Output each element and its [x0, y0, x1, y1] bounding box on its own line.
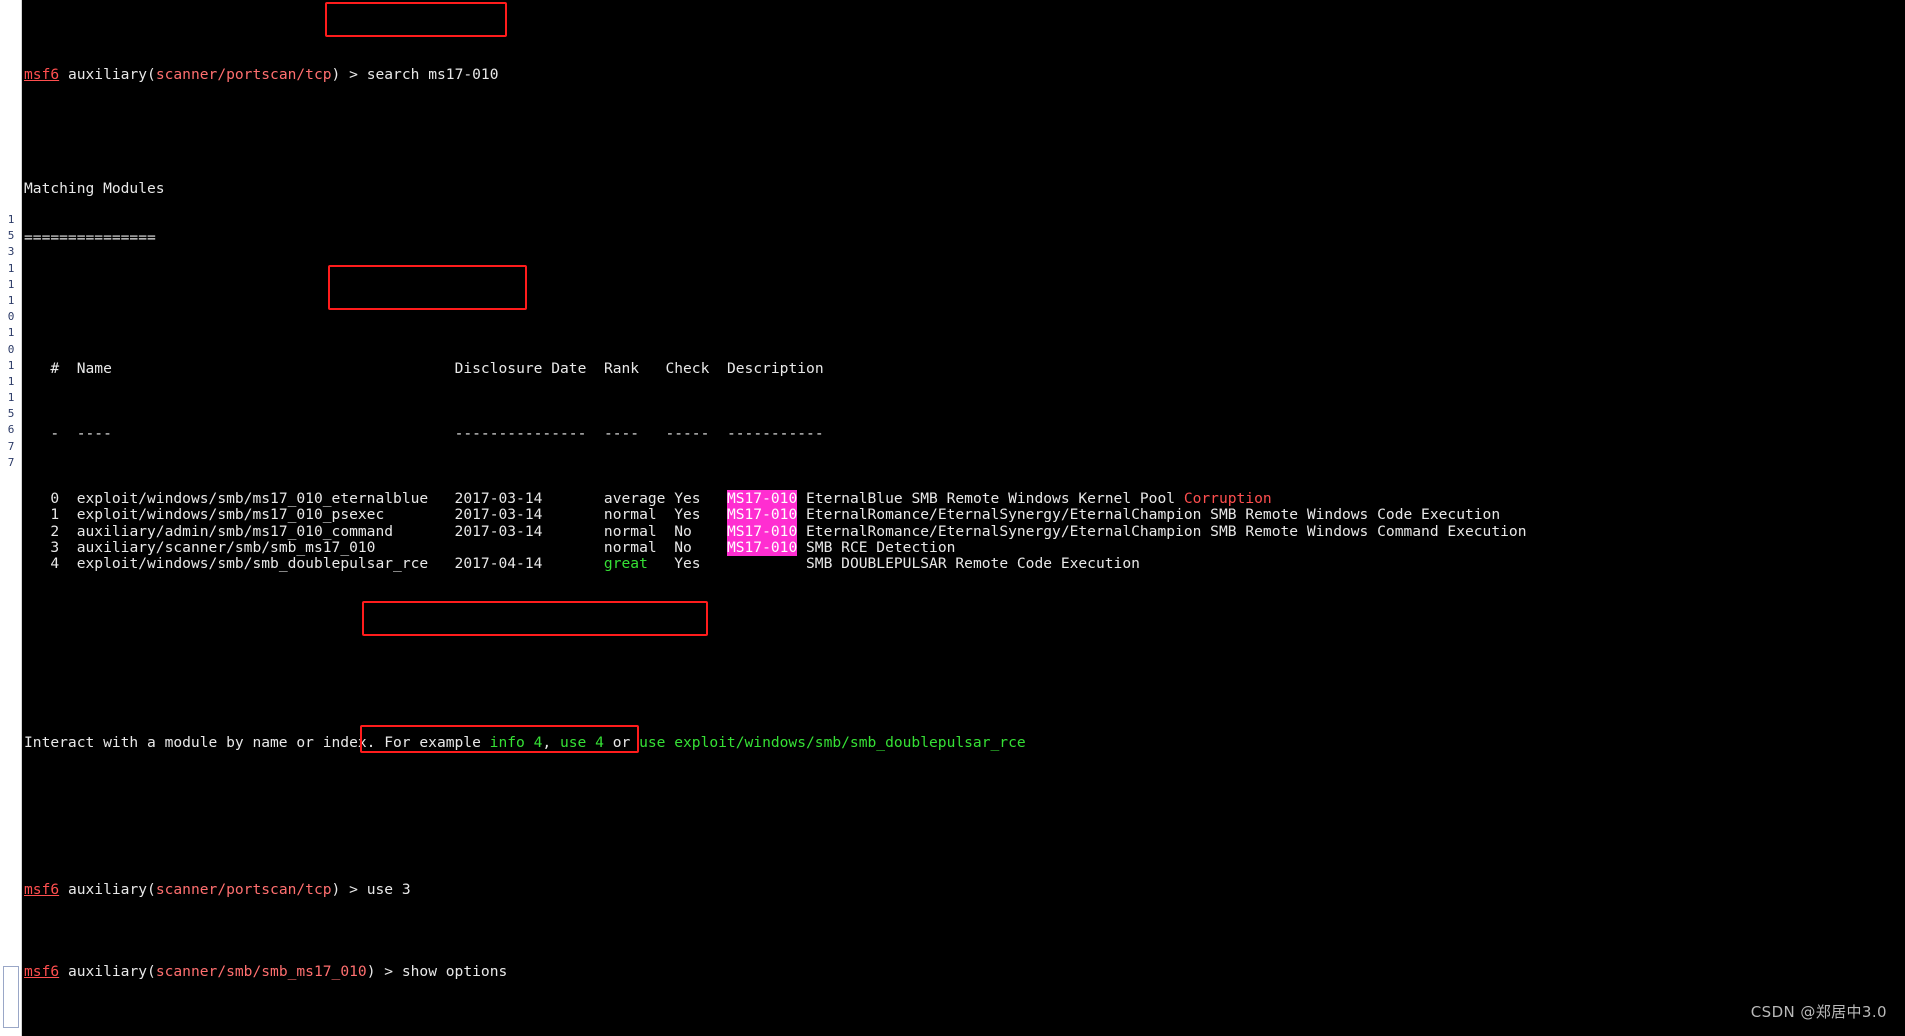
module-check: Yes: [674, 506, 727, 524]
gutter-line-number: 1: [7, 391, 15, 405]
search-results-rows: 0 exploit/windows/smb/ms17_010_eternalbl…: [24, 489, 1905, 573]
module-name: exploit/windows/smb/ms17_010_eternalblue: [76, 489, 455, 507]
col-name: Name: [76, 359, 112, 377]
gutter-line-number: 5: [7, 229, 15, 243]
gutter-line-number: 5: [7, 407, 15, 421]
module-rank: normal: [603, 538, 675, 556]
interact-hint: Interact with a module by name or index.…: [24, 734, 1026, 752]
gutter-line-number: 7: [7, 455, 15, 469]
module-disclosure-date: 2017-03-14: [454, 506, 604, 524]
module-description-tail: Corruption: [1183, 489, 1272, 507]
module-description: EternalBlue SMB Remote Windows Kernel Po…: [797, 489, 1184, 507]
module-rank: great: [603, 555, 675, 573]
search-result-row[interactable]: 3 auxiliary/scanner/smb/smb_ms17_010 nor…: [24, 538, 1905, 556]
gutter-line-number: 1: [7, 374, 15, 388]
hint-code-info4: info 4: [489, 734, 543, 752]
module-name: exploit/windows/smb/ms17_010_psexec: [76, 506, 455, 524]
ms17-010-badge: MS17-010: [726, 538, 798, 556]
col-disclosure: Disclosure Date: [454, 359, 587, 377]
module-disclosure-date: 2017-04-14: [454, 555, 604, 573]
module-name: auxiliary/scanner/smb/smb_ms17_010: [76, 538, 455, 556]
module-index: 3: [50, 538, 60, 556]
command-use: use 3: [366, 881, 411, 899]
hint-code-use4: use 4: [559, 734, 604, 752]
search-result-row[interactable]: 2 auxiliary/admin/smb/ms17_010_command 2…: [24, 522, 1905, 540]
gutter-line-number: 1: [7, 277, 15, 291]
module-name: auxiliary/admin/smb/ms17_010_command: [76, 522, 455, 540]
gutter-line-number: 1: [7, 326, 15, 340]
module-name: exploit/windows/smb/smb_doublepulsar_rce: [76, 555, 455, 573]
module-description: EternalRomance/EternalSynergy/EternalCha…: [797, 506, 1501, 524]
module-disclosure-date: 2017-03-14: [454, 522, 604, 540]
module-index: 4: [50, 555, 60, 573]
prompt-line-search: msf6 auxiliary(scanner/portscan/tcp) > s…: [24, 66, 499, 84]
gutter-line-number: 1: [7, 293, 15, 307]
col-check: Check: [665, 359, 710, 377]
editor-line-number-gutter: 1 5 3 1 1 1 0 1 0 1 1 1 5 6 7 7: [0, 0, 22, 1036]
prompt-line-show-options: msf6 auxiliary(scanner/smb/smb_ms17_010)…: [24, 962, 508, 980]
gutter-line-number: 1: [7, 213, 15, 226]
module-index: 2: [50, 522, 60, 540]
search-table-dashes: - ---- --------------- ---- ----- ------…: [50, 424, 824, 442]
module-description: SMB DOUBLEPULSAR Remote Code Execution: [797, 555, 1140, 573]
module-disclosure-date: [455, 539, 604, 556]
screen-root: 1 5 3 1 1 1 0 1 0 1 1 1 5 6 7 7 msf6 aux…: [0, 0, 1905, 1036]
module-index: 0: [50, 489, 60, 507]
col-rank: Rank: [603, 359, 640, 377]
module-check: Yes: [674, 489, 727, 507]
module-check: Yes: [674, 555, 727, 573]
gutter-spacer: [0, 0, 21, 212]
module-rank: normal: [603, 522, 675, 540]
module-disclosure-date: 2017-03-14: [454, 489, 604, 507]
search-table-header: # Name Disclosure Date Rank Check Descri…: [50, 359, 824, 377]
prompt-line-use: msf6 auxiliary(scanner/portscan/tcp) > u…: [24, 881, 411, 899]
csdn-watermark: CSDN @郑居中3.0: [1750, 1003, 1887, 1021]
hint-code-use-full: use exploit/windows/smb/smb_doublepulsar…: [639, 734, 1026, 752]
gutter-line-number: 0: [7, 310, 15, 324]
gutter-line-number: 1: [7, 261, 15, 275]
ms17-010-badge: MS17-010: [726, 506, 798, 524]
module-rank: average: [603, 489, 675, 507]
search-result-row[interactable]: 0 exploit/windows/smb/ms17_010_eternalbl…: [24, 489, 1905, 507]
command-show-options: show options: [401, 962, 508, 980]
search-result-row[interactable]: 1 exploit/windows/smb/ms17_010_psexec 20…: [24, 506, 1905, 524]
ms17-010-badge: MS17-010: [726, 522, 798, 540]
search-result-row[interactable]: 4 exploit/windows/smb/smb_doublepulsar_r…: [24, 555, 1905, 573]
matching-modules-underline: ===============: [24, 229, 156, 247]
prompt-module-portscan: scanner/portscan/tcp: [155, 66, 332, 84]
terminal-output[interactable]: msf6 auxiliary(scanner/portscan/tcp) > s…: [22, 0, 1905, 1036]
gutter-line-number: 6: [7, 423, 15, 437]
editor-minimap-box: [3, 966, 19, 1028]
gutter-line-number: 1: [7, 358, 15, 372]
prompt-user: msf6: [24, 66, 60, 84]
module-index: 1: [50, 506, 60, 524]
col-description: Description: [726, 359, 824, 377]
module-check: No: [674, 538, 727, 556]
matching-modules-heading: Matching Modules: [24, 180, 165, 198]
module-description: SMB RCE Detection: [797, 538, 956, 556]
gutter-line-number: 7: [7, 439, 15, 453]
command-search: search ms17-010: [366, 66, 499, 84]
module-description: EternalRomance/EternalSynergy/EternalCha…: [797, 522, 1527, 540]
module-check: No: [674, 522, 727, 540]
gutter-line-number: 0: [7, 342, 15, 356]
ms17-010-badge: MS17-010: [726, 489, 798, 507]
module-rank: normal: [603, 506, 675, 524]
gutter-line-number: 3: [7, 245, 15, 259]
